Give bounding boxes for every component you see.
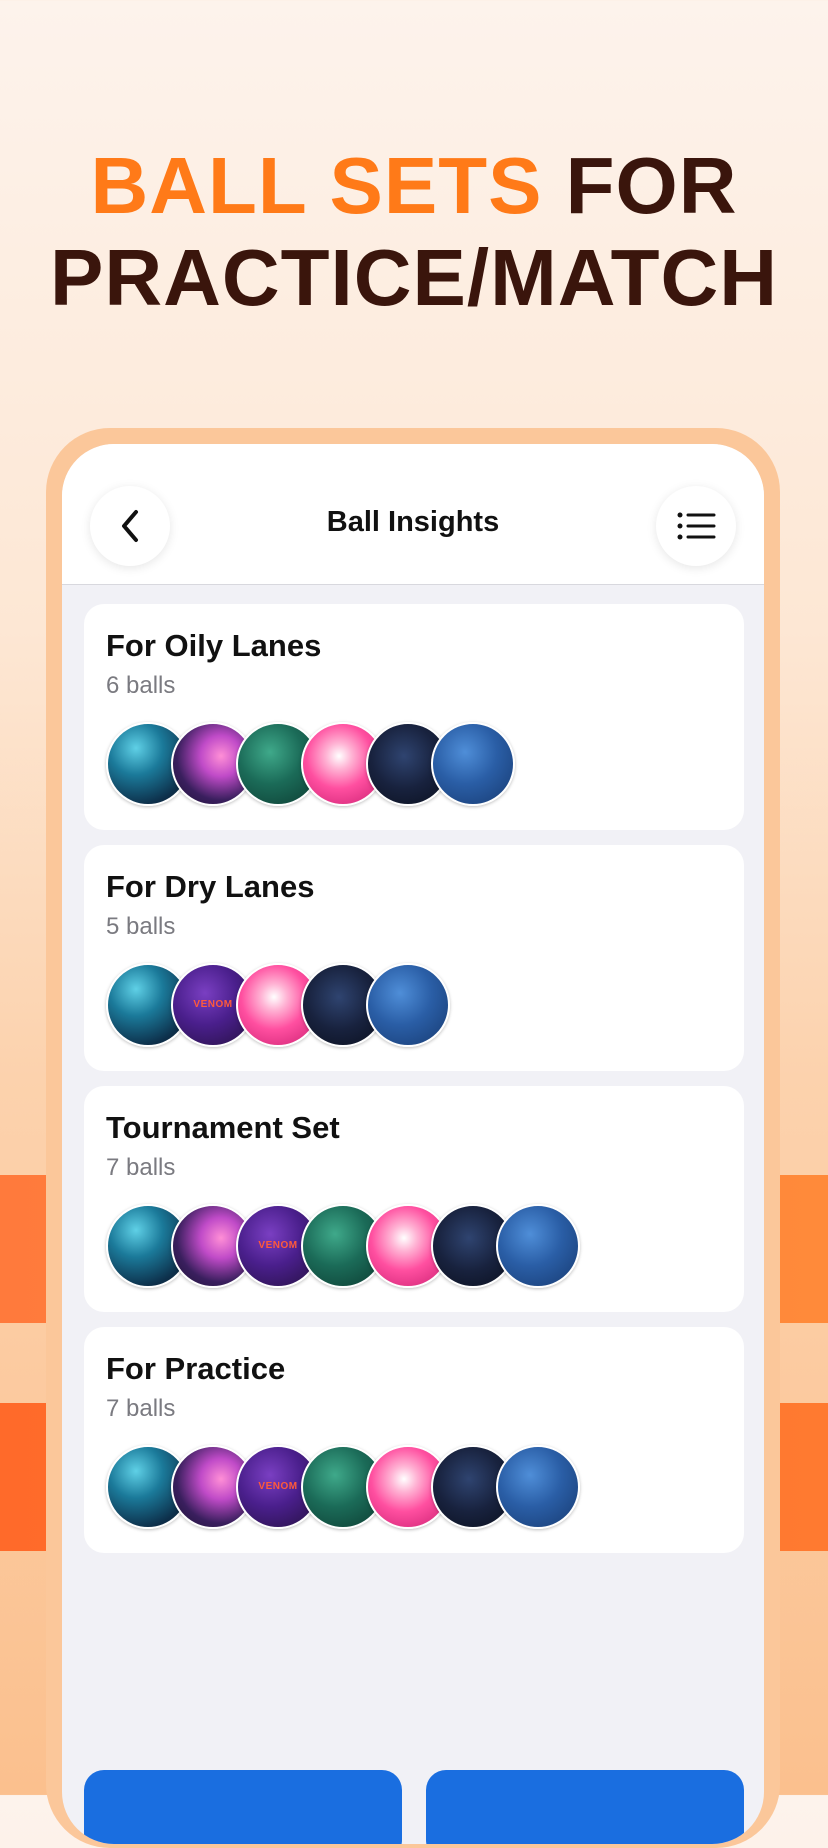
ball-set-balls: VENOM [106, 963, 706, 1047]
ball-set-card[interactable]: Tournament Set 7 balls VENOM [84, 1086, 744, 1312]
secondary-action-button[interactable] [426, 1770, 744, 1844]
ball-set-balls: VENOM [106, 1445, 706, 1529]
ball-set-title: For Oily Lanes [106, 628, 322, 663]
ball-set-count: 7 balls [106, 1395, 176, 1422]
ball-set-card[interactable]: For Practice 7 balls VENOM [84, 1327, 744, 1553]
bowling-ball [496, 1445, 580, 1529]
list-icon [677, 512, 716, 540]
list-menu-button[interactable] [656, 486, 736, 566]
ball-set-title: For Dry Lanes [106, 869, 315, 904]
ball-set-card[interactable]: For Oily Lanes 6 balls [84, 604, 744, 830]
navigation-bar: Ball Insights [62, 444, 764, 585]
bowling-ball [496, 1204, 580, 1288]
bowling-ball [431, 722, 515, 806]
ball-set-count: 7 balls [106, 1154, 176, 1181]
ball-set-card[interactable]: For Dry Lanes 5 balls VENOM [84, 845, 744, 1071]
ball-set-balls [106, 722, 706, 806]
phone-screen: Ball Insights For Oily Lanes 6 balls For… [62, 444, 764, 1844]
ball-set-count: 5 balls [106, 913, 176, 940]
promo-headline: BALL SETS FOR PRACTICE/MATCH [0, 140, 828, 324]
primary-action-button[interactable] [84, 1770, 402, 1844]
headline-rest: FOR [542, 141, 738, 230]
ball-set-title: Tournament Set [106, 1110, 340, 1145]
ball-set-count: 6 balls [106, 672, 176, 699]
headline-accent: BALL SETS [90, 141, 543, 230]
headline-line2: PRACTICE/MATCH [49, 233, 779, 322]
ball-set-title: For Practice [106, 1351, 286, 1386]
ball-set-balls: VENOM [106, 1204, 706, 1288]
bowling-ball [366, 963, 450, 1047]
